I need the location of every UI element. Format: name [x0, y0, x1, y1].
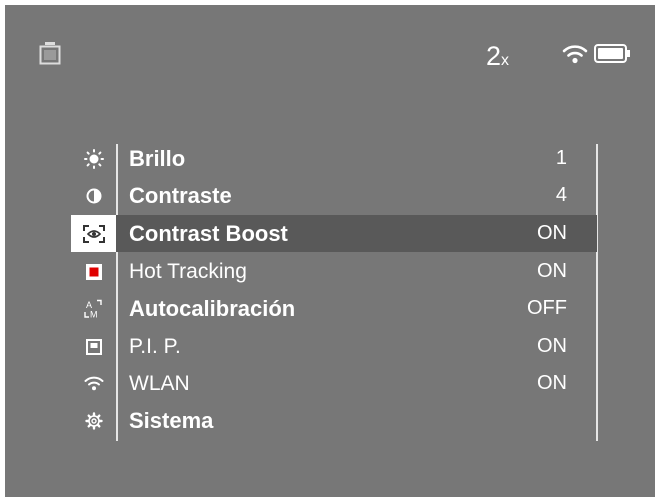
menu-item-contraste[interactable]: Contraste 4 [71, 177, 597, 214]
eye-focus-icon [71, 215, 116, 252]
svg-text:M: M [90, 309, 98, 319]
menu-item-value: ON [537, 222, 567, 244]
menu-item-value: ON [537, 335, 567, 357]
sun-icon [71, 140, 116, 177]
menu-item-sistema[interactable]: Sistema [71, 402, 597, 439]
pip-icon [71, 328, 116, 365]
menu-item-value: 1 [555, 147, 567, 169]
menu-item-label: Contrast Boost [129, 221, 288, 246]
contrast-icon [71, 177, 116, 214]
menu-item-brillo[interactable]: Brillo 1 [71, 140, 597, 177]
menu-item-label: Sistema [129, 408, 214, 433]
settings-menu: Brillo 1 Contraste 4 Contrast Boost ON H… [5, 5, 655, 497]
menu-item-label: Brillo [129, 146, 186, 171]
svg-text:A: A [86, 300, 92, 310]
menu-item-label: Contraste [129, 183, 232, 208]
wifi-icon [71, 365, 116, 402]
menu-item-wlan[interactable]: WLAN ON [71, 365, 597, 402]
auto-manual-icon: A M [71, 290, 116, 327]
hot-tracking-icon [71, 253, 116, 290]
menu-item-hot-tracking[interactable]: Hot Tracking ON [71, 253, 597, 290]
menu-item-label: P.I. P. [129, 335, 181, 358]
menu-item-value: ON [537, 260, 567, 282]
menu-item-pip[interactable]: P.I. P. ON [71, 328, 597, 365]
gear-icon [71, 402, 116, 439]
menu-item-value: 4 [555, 184, 567, 206]
menu-item-value: OFF [527, 297, 567, 319]
menu-item-label: Hot Tracking [129, 260, 247, 283]
menu-item-autocalibracion[interactable]: A M Autocalibración OFF [71, 290, 597, 327]
menu-item-value: ON [537, 372, 567, 394]
menu-item-label: Autocalibración [129, 296, 296, 321]
menu-item-contrast-boost[interactable]: Contrast Boost ON [71, 215, 597, 252]
device-screen: 2x Brillo 1 Contraste 4 Contrast Boost O… [5, 5, 655, 497]
menu-item-label: WLAN [129, 372, 190, 395]
